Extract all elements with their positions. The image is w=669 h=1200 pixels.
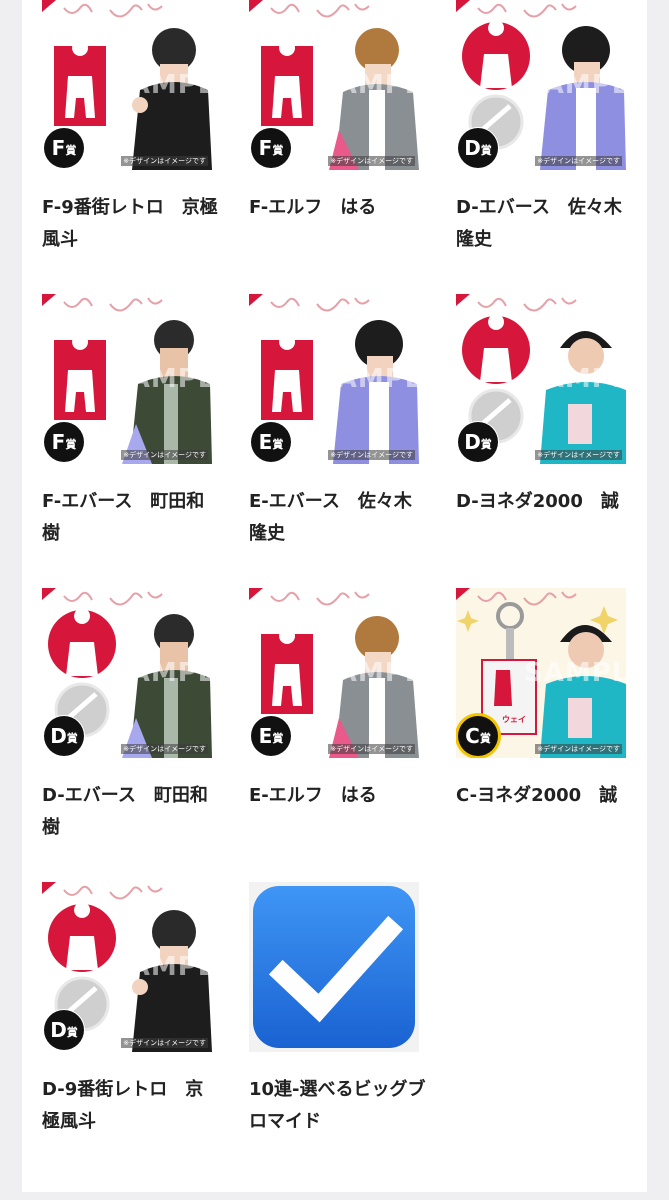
prize-thumbnail[interactable]: SAMPLE ※デザインはイメージです D賞 [456,0,626,170]
sample-watermark: SAMPLE [524,70,626,100]
corner-stripe-icon [42,0,56,12]
prize-thumbnail[interactable]: SAMPLE ※デザインはイメージです D賞 [42,588,212,758]
prize-rank-badge: D賞 [44,1010,84,1050]
prize-thumbnail[interactable]: SAMPLE ※デザインはイメージです E賞 [249,294,419,464]
prize-rank-badge: E賞 [251,422,291,462]
prize-name: D-ヨネダ2000 誠 [456,491,619,512]
prize-rank-badge: F賞 [251,128,291,168]
prize-name: 10連-選べるビッグブロマイド [249,1079,426,1132]
prize-item[interactable]: SAMPLE ※デザインはイメージです E賞 E-エバース 佐々木隆史 [249,294,419,588]
prize-name: D-9番街レトロ 京極風斗 [42,1079,204,1132]
prize-name: F-9番街レトロ 京極風斗 [42,197,218,250]
prize-name: E-エルフ はる [249,785,377,806]
prize-rank-badge: E賞 [251,716,291,756]
corner-stripe-icon [456,294,470,306]
prize-grid: SAMPLE ※デザインはイメージです F賞 F-9番街レトロ 京極風斗 SAM… [42,0,626,1176]
corner-stripe-icon [249,294,263,306]
corner-stripe-icon [249,588,263,600]
prize-rank-badge: D賞 [458,128,498,168]
design-note-caption: ※デザインはイメージです [328,156,415,166]
prize-rank-badge: F賞 [44,422,84,462]
corner-stripe-icon [249,0,263,12]
checkmark-icon [249,882,419,1052]
sample-watermark: SAMPLE [317,364,419,394]
prize-item[interactable]: SAMPLE ※デザインはイメージです F賞 F-エバース 町田和樹 [42,294,212,588]
sample-watermark: SAMPLE [317,658,419,688]
design-note-caption: ※デザインはイメージです [121,156,208,166]
corner-stripe-icon [42,882,56,894]
sample-watermark: SAMPLE [524,364,626,394]
prize-rank-badge: F賞 [44,128,84,168]
corner-stripe-icon [42,294,56,306]
prize-name: D-エバース 佐々木隆史 [456,197,622,250]
prize-item[interactable]: SAMPLE ※デザインはイメージです E賞 E-エルフ はる [249,588,419,882]
prize-thumbnail[interactable]: SAMPLE ※デザインはイメージです D賞 [456,294,626,464]
sample-watermark: SAMPLE [317,70,419,100]
prize-thumbnail[interactable]: SAMPLE ※デザインはイメージです F賞 [42,294,212,464]
prize-thumbnail[interactable]: SAMPLE ※デザインはイメージです F賞 [42,0,212,170]
prize-thumbnail[interactable]: SAMPLE ※デザインはイメージです E賞 [249,588,419,758]
corner-stripe-icon [456,0,470,12]
corner-stripe-icon [42,588,56,600]
acrylic-stand-icon [54,340,106,420]
prize-name: F-エルフ はる [249,197,377,218]
design-note-caption: ※デザインはイメージです [328,450,415,460]
prize-thumbnail[interactable]: ウェイ SAMPLE ※デザインはイメージです C賞 [456,588,626,758]
prize-item[interactable]: 10連-選べるビッグブロマイド [249,882,426,1176]
sample-watermark: SAMPLE [110,364,212,394]
prize-item[interactable]: SAMPLE ※デザインはイメージです F賞 F-エルフ はる [249,0,419,294]
prize-rank-badge: C賞 [458,716,498,756]
prize-name: E-エバース 佐々木隆史 [249,491,412,544]
prize-item[interactable]: SAMPLE ※デザインはイメージです D賞 D-9番街レトロ 京極風斗 [42,882,212,1176]
acrylic-stand-icon [261,46,313,126]
prize-item[interactable]: SAMPLE ※デザインはイメージです D賞 D-ヨネダ2000 誠 [456,294,626,588]
design-note-caption: ※デザインはイメージです [121,744,208,754]
acrylic-stand-icon [261,634,313,714]
design-note-caption: ※デザインはイメージです [121,450,208,460]
acrylic-stand-icon [54,46,106,126]
prize-name: C-ヨネダ2000 誠 [456,785,618,806]
prize-thumbnail[interactable]: SAMPLE ※デザインはイメージです D賞 [42,882,212,1052]
design-note-caption: ※デザインはイメージです [535,744,622,754]
sample-watermark: SAMPLE [110,952,212,982]
prize-name: F-エバース 町田和樹 [42,491,205,544]
sample-watermark: SAMPLE [524,658,626,688]
prize-item[interactable]: SAMPLE ※デザインはイメージです D賞 D-エバース 佐々木隆史 [456,0,626,294]
prize-item[interactable]: ウェイ SAMPLE ※デザインはイメージです C賞 C-ヨネダ2000 誠 [456,588,626,882]
prize-name: D-エバース 町田和樹 [42,785,208,838]
sample-watermark: SAMPLE [110,70,212,100]
prize-rank-badge: D賞 [44,716,84,756]
prize-rank-badge: D賞 [458,422,498,462]
prize-thumbnail[interactable] [249,882,419,1052]
design-note-caption: ※デザインはイメージです [328,744,415,754]
prize-item[interactable]: SAMPLE ※デザインはイメージです D賞 D-エバース 町田和樹 [42,588,212,882]
prize-thumbnail[interactable]: SAMPLE ※デザインはイメージです F賞 [249,0,419,170]
design-note-caption: ※デザインはイメージです [535,156,622,166]
prize-item[interactable]: SAMPLE ※デザインはイメージです F賞 F-9番街レトロ 京極風斗 [42,0,218,294]
design-note-caption: ※デザインはイメージです [535,450,622,460]
prize-list-panel: SAMPLE ※デザインはイメージです F賞 F-9番街レトロ 京極風斗 SAM… [22,0,647,1192]
design-note-caption: ※デザインはイメージです [121,1038,208,1048]
sample-watermark: SAMPLE [110,658,212,688]
acrylic-stand-icon [261,340,313,420]
